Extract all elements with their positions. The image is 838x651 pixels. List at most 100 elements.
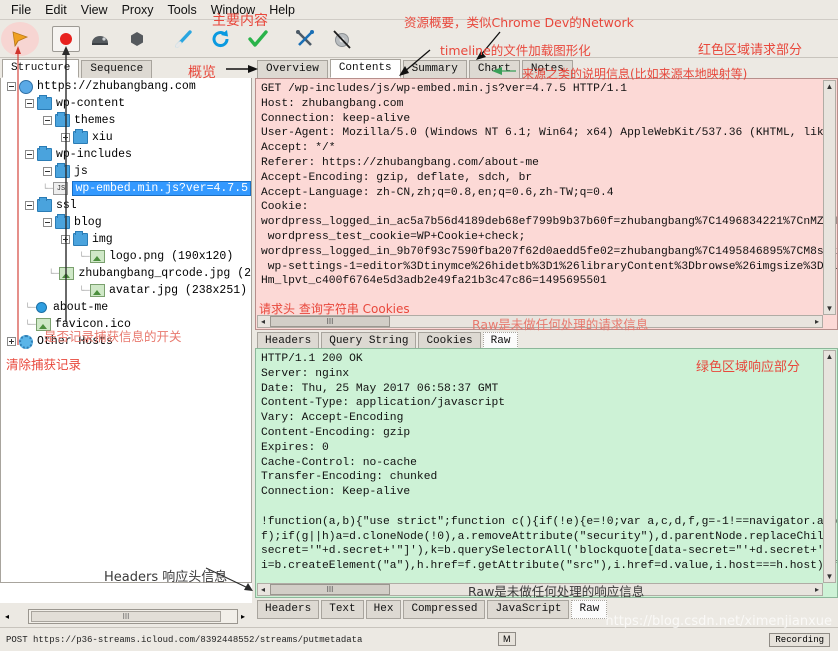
- response-tab-text[interactable]: Text: [321, 600, 364, 619]
- tree-item-label: https://zhubangbang.com: [37, 80, 196, 93]
- tree-item[interactable]: └─ logo.png (190x120): [1, 248, 251, 265]
- left-horizontal-scrollbar[interactable]: ◂ III ▸: [0, 605, 252, 627]
- scroll-right-arrow[interactable]: ▸: [236, 612, 250, 621]
- status-url: POST https://p36-streams.icloud.com/8392…: [6, 634, 363, 645]
- host-tree[interactable]: https://zhubangbang.com wp-content themes x…: [0, 78, 252, 583]
- tab-structure[interactable]: Structure: [2, 59, 80, 78]
- tree-leaf-connector: └─: [25, 319, 36, 330]
- validate-icon[interactable]: [241, 22, 275, 56]
- tree-item[interactable]: └─ about-me: [1, 299, 251, 316]
- tree-item-label: wp-embed.min.js?ver=4.7.5: [72, 181, 251, 196]
- breakpoint-icon[interactable]: [120, 22, 154, 56]
- response-tab-raw[interactable]: Raw: [571, 600, 608, 619]
- menu-item-tools[interactable]: Tools: [161, 1, 204, 19]
- menu-item-window[interactable]: Window: [204, 1, 262, 19]
- folder-icon: [55, 112, 70, 127]
- expand-icon[interactable]: [61, 133, 70, 142]
- left-scroll-track[interactable]: III: [28, 608, 238, 624]
- response-vertical-scrollbar[interactable]: ▲ ▼: [823, 350, 836, 583]
- tree-item[interactable]: Other Hosts: [1, 333, 251, 350]
- folder-icon: [73, 129, 88, 144]
- response-raw-panel[interactable]: HTTP/1.1 200 OK Server: nginx Date: Thu,…: [255, 348, 838, 598]
- tools-icon[interactable]: [288, 22, 322, 56]
- request-scroll-up-arrow[interactable]: ▲: [826, 82, 834, 91]
- request-scroll-down-arrow[interactable]: ▼: [826, 304, 834, 313]
- response-tab-headers[interactable]: Headers: [257, 600, 320, 619]
- menu-item-proxy[interactable]: Proxy: [115, 1, 161, 19]
- request-hscroll-thumb[interactable]: III: [270, 316, 390, 327]
- tree-item[interactable]: ssl: [1, 197, 251, 214]
- request-horizontal-scrollbar[interactable]: ◂ III ▸: [257, 315, 823, 328]
- tree-item[interactable]: └─ zhubangbang_qrcode.jpg (2: [1, 265, 251, 282]
- collapse-icon[interactable]: [43, 116, 52, 125]
- response-hscroll-right-arrow[interactable]: ▸: [815, 585, 819, 594]
- tree-item[interactable]: wp-includes: [1, 146, 251, 163]
- collapse-icon[interactable]: [43, 167, 52, 176]
- request-raw-panel[interactable]: GET /wp-includes/js/wp-embed.min.js?ver=…: [255, 78, 838, 330]
- response-scroll-down-arrow[interactable]: ▼: [826, 572, 834, 581]
- tree-item[interactable]: xiu: [1, 129, 251, 146]
- tree-item[interactable]: wp-content: [1, 95, 251, 112]
- response-scroll-up-arrow[interactable]: ▲: [826, 352, 834, 361]
- menu-item-file[interactable]: File: [4, 1, 38, 19]
- throttle-icon[interactable]: [83, 22, 117, 56]
- tree-item-label: themes: [74, 114, 116, 127]
- repeat-icon[interactable]: [204, 22, 238, 56]
- collapse-icon[interactable]: [25, 201, 34, 210]
- menu-item-view[interactable]: View: [74, 1, 115, 19]
- tab-contents[interactable]: Contents: [329, 59, 401, 78]
- tree-item-label: blog: [74, 216, 102, 229]
- tab-chart[interactable]: Chart: [468, 60, 520, 78]
- menu-item-help[interactable]: Help: [262, 1, 302, 19]
- expand-icon[interactable]: [7, 337, 16, 346]
- tree-item[interactable]: https://zhubangbang.com: [1, 78, 251, 95]
- funnel-icon[interactable]: [1, 21, 39, 56]
- tree-item[interactable]: └─ JS wp-embed.min.js?ver=4.7.5: [1, 180, 251, 197]
- tree-item[interactable]: img: [1, 231, 251, 248]
- response-tab-compressed[interactable]: Compressed: [403, 600, 486, 619]
- tab-notes[interactable]: Notes: [521, 60, 573, 78]
- response-tab-hex[interactable]: Hex: [365, 600, 402, 619]
- collapse-icon[interactable]: [25, 150, 34, 159]
- tree-item[interactable]: themes: [1, 112, 251, 129]
- tree-item[interactable]: └─ favicon.ico: [1, 316, 251, 333]
- right-panel-tabs: Overview Contents Summary Chart Notes: [255, 58, 838, 78]
- request-hscroll-right-arrow[interactable]: ▸: [815, 317, 819, 326]
- response-hscroll-left-arrow[interactable]: ◂: [261, 585, 265, 594]
- tab-sequence[interactable]: Sequence: [81, 60, 153, 78]
- status-menu-button[interactable]: M: [498, 632, 516, 646]
- collapse-icon[interactable]: [7, 82, 16, 91]
- tab-summary[interactable]: Summary: [402, 60, 467, 78]
- tree-item[interactable]: └─ avatar.jpg (238x251): [1, 282, 251, 299]
- response-horizontal-scrollbar[interactable]: ◂ III ▸: [257, 583, 823, 596]
- tree-item[interactable]: js: [1, 163, 251, 180]
- tree-item-label: favicon.ico: [55, 318, 131, 331]
- record-icon[interactable]: [52, 25, 80, 52]
- tree-item-label: logo.png (190x120): [109, 250, 234, 263]
- scroll-left-arrow[interactable]: ◂: [0, 612, 14, 621]
- response-tab-javascript[interactable]: JavaScript: [487, 600, 570, 619]
- left-panel: Structure Sequence https://zhubangbang.c…: [0, 58, 252, 603]
- menu-item-edit[interactable]: Edit: [38, 1, 74, 19]
- tree-leaf-connector: └─: [48, 268, 60, 279]
- recording-status-button[interactable]: Recording: [769, 633, 830, 647]
- response-view-tabs: Headers Text Hex Compressed JavaScript R…: [255, 600, 609, 619]
- tree-leaf-connector: └─: [42, 183, 54, 194]
- left-scroll-thumb[interactable]: III: [31, 610, 221, 622]
- folder-icon: [55, 214, 70, 229]
- img-icon: [90, 284, 105, 297]
- response-hscroll-thumb[interactable]: III: [270, 584, 390, 595]
- tree-item-label: img: [92, 233, 113, 246]
- tree-item-label: wp-content: [56, 97, 126, 110]
- collapse-icon[interactable]: [43, 218, 52, 227]
- tab-overview[interactable]: Overview: [257, 60, 328, 78]
- expand-icon[interactable]: [61, 235, 70, 244]
- folder-icon: [55, 163, 70, 178]
- settings-icon[interactable]: [325, 22, 359, 56]
- collapse-icon[interactable]: [25, 99, 34, 108]
- request-vertical-scrollbar[interactable]: ▲ ▼: [823, 80, 836, 315]
- compose-icon[interactable]: [167, 22, 201, 56]
- request-hscroll-left-arrow[interactable]: ◂: [261, 317, 265, 326]
- tree-item-label: about-me: [53, 301, 109, 314]
- tree-item[interactable]: blog: [1, 214, 251, 231]
